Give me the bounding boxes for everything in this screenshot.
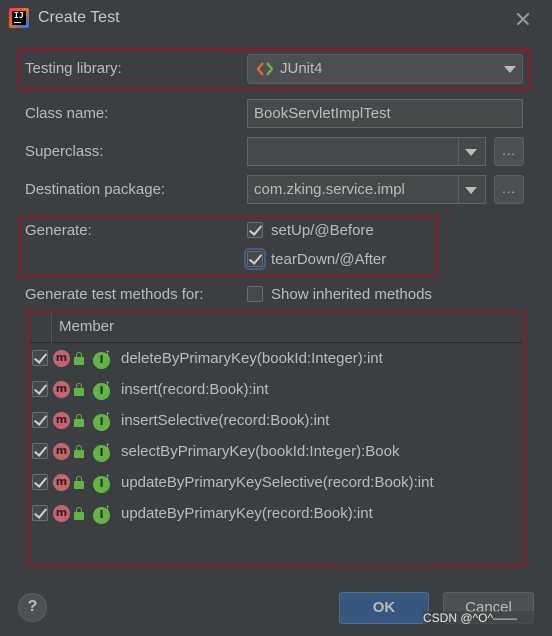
testing-library-label: Testing library:: [25, 60, 122, 77]
method-icon: m: [53, 474, 70, 491]
combo-separator: [458, 176, 459, 203]
row-checkbox[interactable]: [32, 443, 48, 459]
method-icon: m: [53, 505, 70, 522]
column-divider: [51, 313, 52, 343]
show-inherited-checkbox[interactable]: [247, 286, 263, 302]
table-row[interactable]: m I ↑ insertSelective(record:Book):int: [29, 406, 523, 437]
junit-icon: [256, 62, 274, 76]
method-signature: deleteByPrimaryKey(bookId:Integer):int: [121, 350, 383, 367]
method-signature: selectByPrimaryKey(bookId:Integer):Book: [121, 443, 400, 460]
row-checkbox[interactable]: [32, 350, 48, 366]
testing-library-select[interactable]: JUnit4: [247, 54, 523, 84]
destination-package-label: Destination package:: [25, 181, 166, 198]
ok-button[interactable]: OK: [339, 592, 429, 624]
row-checkbox[interactable]: [32, 381, 48, 397]
implements-icon: I ↑: [93, 411, 113, 431]
lock-icon: [74, 507, 84, 521]
class-name-value: BookServletImplTest: [254, 105, 391, 122]
method-icon: m: [53, 350, 70, 367]
lock-icon: [74, 352, 84, 366]
chevron-down-icon[interactable]: [465, 149, 477, 156]
teardown-label[interactable]: tearDown/@After: [271, 251, 386, 268]
class-name-field[interactable]: BookServletImplTest: [247, 99, 523, 128]
teardown-checkbox[interactable]: [244, 248, 266, 270]
method-signature: updateByPrimaryKey(record:Book):int: [121, 505, 373, 522]
implements-icon: I ↑: [93, 442, 113, 462]
watermark: CSDN @^O^——: [423, 611, 535, 631]
method-signature: insertSelective(record:Book):int: [121, 412, 330, 429]
row-checkbox[interactable]: [32, 505, 48, 521]
method-icon: m: [53, 412, 70, 429]
destination-package-combo[interactable]: com.zking.service.impl: [247, 175, 486, 204]
member-column-header[interactable]: Member: [59, 318, 114, 335]
row-checkbox[interactable]: [32, 412, 48, 428]
methods-for-label: Generate test methods for:: [25, 286, 204, 303]
superclass-combo[interactable]: [247, 137, 486, 166]
table-row[interactable]: m I ↑ updateByPrimaryKey(record:Book):int: [29, 499, 523, 530]
method-signature: insert(record:Book):int: [121, 381, 269, 398]
close-icon[interactable]: [511, 7, 535, 31]
implements-icon: I ↑: [93, 380, 113, 400]
superclass-label: Superclass:: [25, 143, 104, 160]
destination-browse-button[interactable]: ...: [494, 175, 524, 204]
combo-separator: [458, 138, 459, 165]
setup-label[interactable]: setUp/@Before: [271, 222, 374, 239]
window-title: Create Test: [38, 9, 120, 26]
table-row[interactable]: m I ↑ updateByPrimaryKeySelective(record:…: [29, 468, 523, 499]
table-row[interactable]: m I ↑ selectByPrimaryKey(bookId:Integer):…: [29, 437, 523, 468]
row-checkbox[interactable]: [32, 474, 48, 490]
app-icon: IJ: [9, 8, 29, 28]
method-icon: m: [53, 381, 70, 398]
show-inherited-label[interactable]: Show inherited methods: [271, 286, 432, 303]
destination-package-value: com.zking.service.impl: [254, 181, 405, 198]
chevron-down-icon: [504, 66, 516, 73]
lock-icon: [74, 445, 84, 459]
lock-icon: [74, 414, 84, 428]
implements-icon: I ↑: [93, 504, 113, 524]
method-icon: m: [53, 443, 70, 460]
lock-icon: [74, 476, 84, 490]
setup-checkbox[interactable]: [247, 222, 263, 238]
superclass-browse-button[interactable]: ...: [494, 137, 524, 166]
title-bar: IJ Create Test: [0, 0, 552, 38]
implements-icon: I ↑: [93, 349, 113, 369]
table-row[interactable]: m I ↑ insert(record:Book):int: [29, 375, 523, 406]
table-header: Member: [29, 313, 523, 343]
chevron-down-icon[interactable]: [465, 187, 477, 194]
class-name-label: Class name:: [25, 105, 109, 122]
member-table: Member m I ↑ deleteByPrimaryKey(bookId:In…: [27, 311, 525, 567]
table-row[interactable]: m I ↑ deleteByPrimaryKey(bookId:Integer):…: [29, 344, 523, 375]
help-button[interactable]: ?: [18, 593, 47, 622]
implements-icon: I ↑: [93, 473, 113, 493]
generate-label: Generate:: [25, 222, 92, 239]
method-signature: updateByPrimaryKeySelective(record:Book)…: [121, 474, 434, 491]
testing-library-value: JUnit4: [280, 60, 323, 77]
lock-icon: [74, 383, 84, 397]
